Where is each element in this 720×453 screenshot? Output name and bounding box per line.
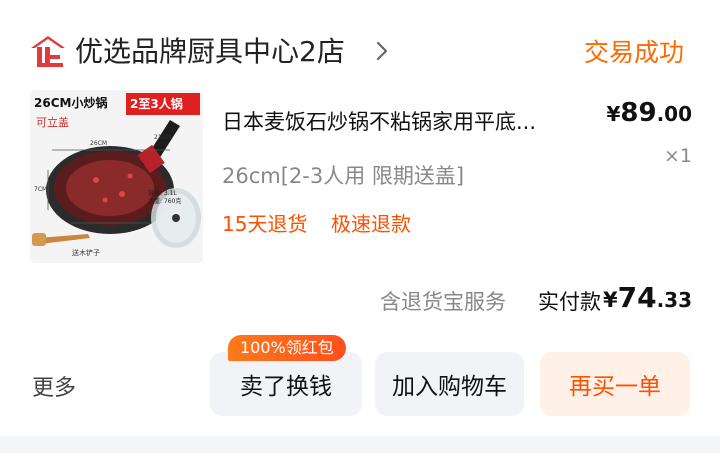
paid-decimal: .33 [656,288,692,312]
product-title[interactable]: 日本麦饭石炒锅不粘锅家用平底... [222,106,592,136]
thumb-dim-7: 7CM [34,186,48,193]
tag-15-day-return: 15天退货 [222,212,308,236]
product-quantity: ×1 [663,145,692,167]
add-to-cart-button[interactable]: 加入购物车 [375,352,524,416]
thumb-dim-26: 26CM [90,140,108,147]
tag-fast-refund: 极速退款 [331,212,411,236]
order-status: 交易成功 [584,38,685,67]
chevron-right-icon[interactable] [374,39,390,63]
more-button[interactable]: 更多 [32,370,76,402]
price-decimal: .00 [656,102,692,126]
thumb-dim-19: 19CM [98,225,116,232]
price-currency: ¥ [606,102,621,126]
thumb-net-weight: 净重: 760克 [148,198,182,205]
return-insurance-note: 含退货宝服务 [380,290,506,314]
thumb-label-size: 26CM小炒锅 [34,96,108,110]
price-integer: 89 [620,98,657,128]
paid-currency: ¥ [602,288,618,312]
red-packet-badge: 100%领红包 [228,335,346,361]
paid-amount: ¥74.33 [603,281,692,314]
product-spec: 26cm[2-3人用 限期送盖] [222,164,465,188]
store-name[interactable]: 优选品牌厨具中心2店 [75,30,345,70]
product-price: ¥89.00 [606,98,692,128]
product-thumbnail[interactable]: 26CM小炒锅 2至3人锅 可立盖 26CM 21CM 7CM 19CM 容量:… [30,90,203,263]
buy-again-button[interactable]: 再买一单 [540,352,690,416]
section-divider [0,436,720,453]
thumb-dim-21: 21CM [154,134,172,141]
thumb-label-stand: 可立盖 [36,116,69,129]
paid-label: 实付款 [538,290,601,314]
paid-integer: 74 [617,281,657,314]
thumb-bonus: 送木铲子 [72,249,100,257]
store-logo-icon [28,33,68,69]
thumb-label-people: 2至3人锅 [130,97,183,111]
sell-for-cash-button[interactable]: 卖了换钱 [210,352,362,416]
